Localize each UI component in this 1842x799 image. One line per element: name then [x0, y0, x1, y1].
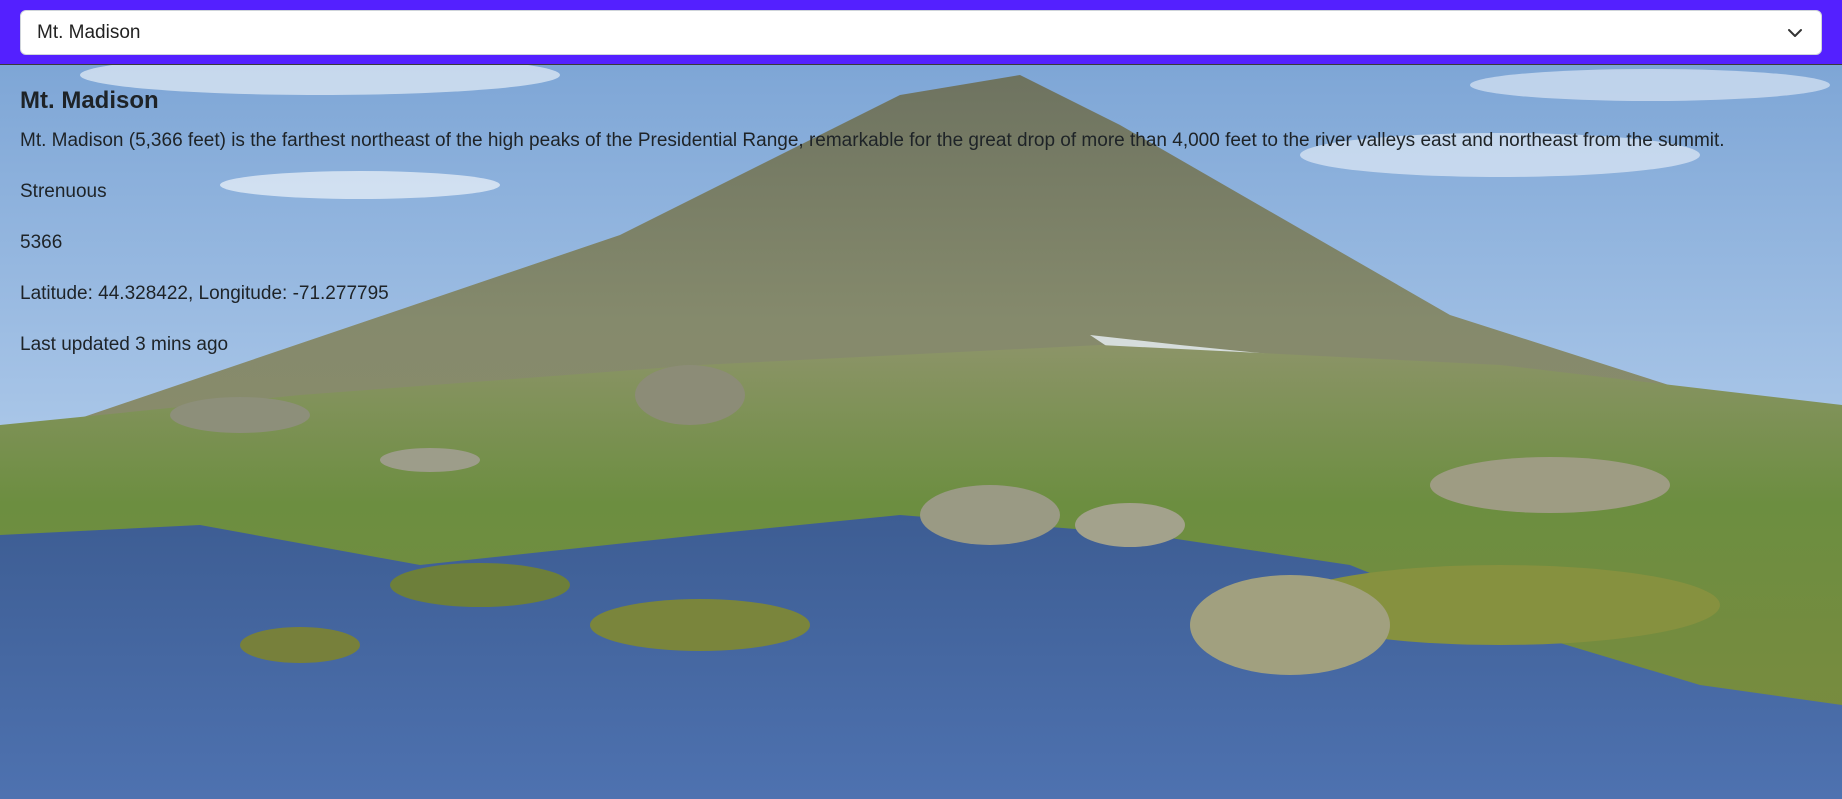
- peak-difficulty: Strenuous: [20, 181, 107, 202]
- peak-description: Mt. Madison (5,366 feet) is the farthest…: [20, 130, 1725, 151]
- peak-select-value: Mt. Madison: [37, 21, 141, 43]
- peak-coordinates: Latitude: 44.328422, Longitude: -71.2777…: [20, 283, 389, 304]
- peak-name: Mt. Madison: [20, 87, 159, 114]
- last-updated: Last updated 3 mins ago: [20, 334, 229, 355]
- peak-elevation: 5366: [20, 232, 63, 253]
- peak-select[interactable]: Mt. Madison: [20, 10, 1822, 55]
- chevron-down-icon: [1785, 23, 1805, 43]
- peak-details: Mt. Madison Mt. Madison (5,366 feet) is …: [20, 87, 1830, 384]
- top-bar: Mt. Madison: [0, 0, 1842, 64]
- peak-card: Mt. Madison Mt. Madison (5,366 feet) is …: [0, 64, 1842, 799]
